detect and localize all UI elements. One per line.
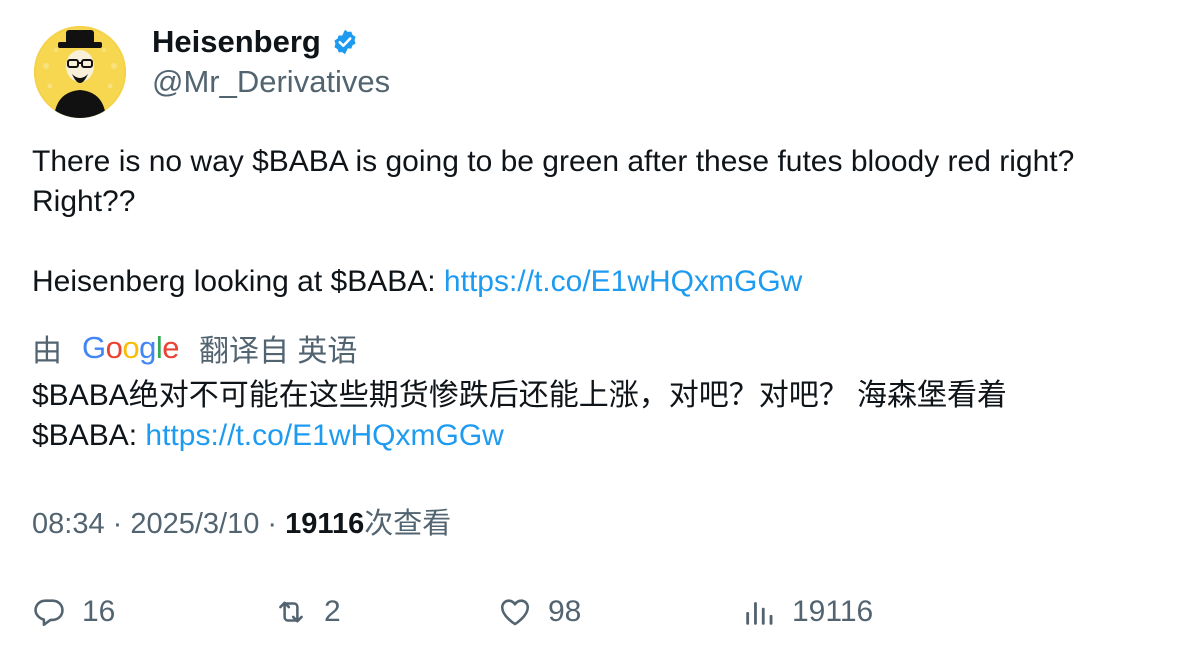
reply-icon <box>34 599 64 627</box>
google-logo: Google <box>82 330 180 365</box>
retweet-count: 2 <box>324 595 341 628</box>
tweet-date[interactable]: 2025/3/10 <box>130 508 259 540</box>
heart-icon <box>500 599 530 626</box>
reply-button[interactable]: 16 <box>32 590 115 634</box>
author-name-row[interactable]: Heisenberg <box>152 22 359 62</box>
translation-suffix[interactable]: 翻译自 英语 <box>199 326 357 370</box>
translated-text-line-1: $BABA绝对不可能在这些期货惨跌后还能上涨，对吧？对吧？ 海森堡看着 <box>32 379 1008 412</box>
tweet-text-line-3: Heisenberg looking at $BABA: https://t.c… <box>32 262 802 302</box>
verified-badge-icon <box>331 28 359 56</box>
tweet-time[interactable]: 08:34 <box>32 508 105 540</box>
translation-prefix: 由 <box>32 335 62 368</box>
tweet-text-prefix: Heisenberg looking at $BABA: <box>32 265 444 298</box>
like-button[interactable]: 98 <box>498 590 581 634</box>
tweet-meta: 08:34 · 2025/3/10 · 19116次查看 <box>32 504 451 544</box>
translated-text-line-2: $BABA: https://t.co/E1wHQxmGGw <box>32 416 504 456</box>
translation-header: 由 Google 翻译自 英语 <box>32 328 357 368</box>
heisenberg-avatar-icon <box>34 26 126 118</box>
like-count: 98 <box>548 595 582 628</box>
translated-link[interactable]: https://t.co/E1wHQxmGGw <box>145 419 503 452</box>
views-label: 次查看 <box>364 508 452 540</box>
translated-text-prefix: $BABA: <box>32 419 146 452</box>
meta-separator: · <box>104 508 131 540</box>
analytics-icon <box>746 602 773 625</box>
retweet-icon <box>279 601 303 623</box>
retweet-button[interactable]: 2 <box>274 590 341 634</box>
views-action-count: 19116 <box>792 595 874 628</box>
author-display-name[interactable]: Heisenberg <box>152 22 321 62</box>
avatar[interactable] <box>34 26 126 118</box>
author-handle[interactable]: @Mr_Derivatives <box>152 62 390 102</box>
meta-separator: · <box>259 508 286 540</box>
tweet-text-line-1: There is no way $BABA is going to be gre… <box>32 145 1075 178</box>
views-count: 19116 <box>285 508 365 540</box>
tweet-link[interactable]: https://t.co/E1wHQxmGGw <box>444 265 802 298</box>
tweet-text-line-2: Right?? <box>32 185 136 218</box>
views-button[interactable]: 19116 <box>742 590 873 634</box>
reply-count: 16 <box>82 595 116 628</box>
